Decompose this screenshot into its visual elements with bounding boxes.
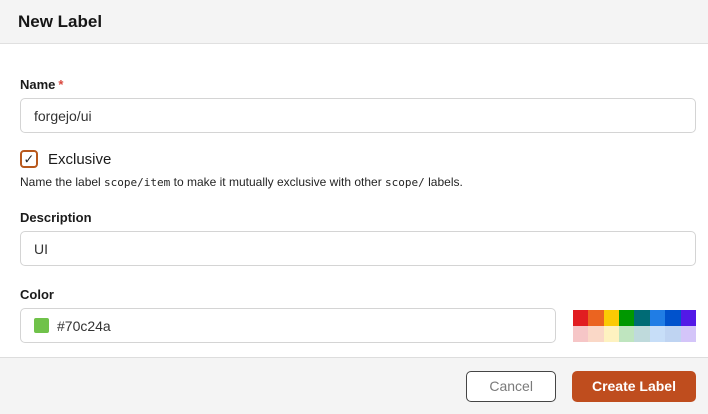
- palette-swatch[interactable]: [649, 326, 666, 342]
- palette-swatch[interactable]: [665, 310, 681, 326]
- palette-swatch[interactable]: [680, 310, 696, 326]
- selected-color-swatch: [34, 318, 49, 333]
- palette-swatch[interactable]: [603, 326, 620, 342]
- required-asterisk: *: [58, 77, 64, 92]
- palette-swatch[interactable]: [680, 326, 696, 342]
- dialog-header: New Label: [0, 0, 708, 44]
- scope-item-code: scope/item: [104, 176, 171, 189]
- palette-swatch[interactable]: [572, 310, 589, 326]
- palette-swatch[interactable]: [634, 326, 650, 342]
- palette-swatch[interactable]: [649, 310, 666, 326]
- color-input-wrap: [20, 308, 556, 343]
- dialog-body: Name* ✓ Exclusive Name the label scope/i…: [0, 44, 708, 357]
- description-label: Description: [20, 210, 92, 225]
- name-field: Name *: [20, 77, 696, 133]
- name-input[interactable]: [20, 98, 696, 133]
- palette-swatch[interactable]: [603, 310, 620, 326]
- name-label: Name *: [20, 77, 64, 92]
- create-label-button[interactable]: Create Label: [571, 370, 696, 402]
- color-palette: [572, 310, 696, 342]
- palette-swatch[interactable]: [572, 326, 589, 342]
- dialog-title: New Label: [18, 11, 103, 31]
- color-field: Color: [20, 287, 696, 343]
- checkmark-icon: ✓: [23, 151, 35, 166]
- palette-swatch[interactable]: [619, 326, 635, 342]
- color-row: [20, 308, 696, 343]
- cancel-button[interactable]: Cancel: [466, 370, 556, 402]
- dialog-footer: Cancel Create Label: [0, 357, 708, 414]
- palette-swatch[interactable]: [634, 310, 650, 326]
- new-label-dialog: New Label Name* ✓ Exclusive Name the lab…: [0, 0, 708, 414]
- description-field: Description: [20, 210, 696, 266]
- palette-swatch[interactable]: [588, 310, 604, 326]
- palette-swatch[interactable]: [619, 310, 635, 326]
- exclusive-checkbox-row: ✓ Exclusive: [20, 150, 696, 168]
- scope-code: scope/: [385, 176, 425, 189]
- description-input[interactable]: [20, 231, 696, 266]
- color-label: Color: [20, 287, 54, 302]
- color-input[interactable]: [57, 317, 542, 334]
- palette-swatch[interactable]: [588, 326, 604, 342]
- palette-swatch[interactable]: [665, 326, 681, 342]
- exclusive-help-text: Name the label scope/item to make it mut…: [20, 175, 463, 189]
- exclusive-label[interactable]: Exclusive: [48, 151, 111, 168]
- exclusive-checkbox[interactable]: ✓: [20, 150, 38, 168]
